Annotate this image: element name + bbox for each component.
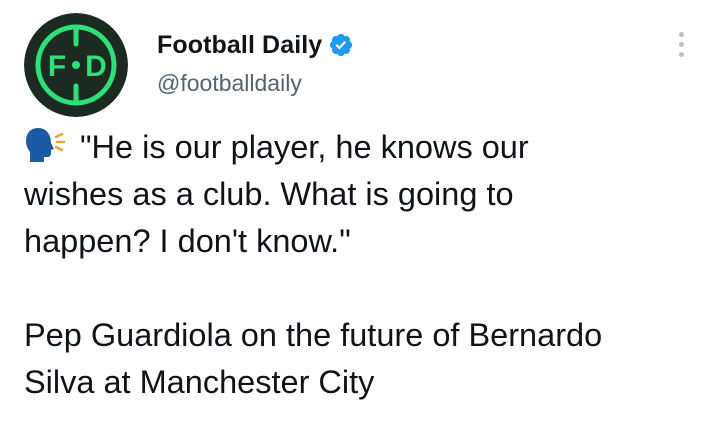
svg-text:F: F [48,50,66,83]
more-options-button[interactable] [670,26,692,62]
dot-icon [678,51,684,57]
caption-text-1: Pep Guardiola on the future of Bernardo [24,317,603,353]
speaking-head-icon [24,126,68,164]
display-name[interactable]: Football Daily [157,31,322,60]
quote-line: "He is our player, he knows our [24,124,714,171]
svg-text:D: D [85,50,107,83]
caption-text-2: Silva at Manchester City [24,364,375,400]
quote-text-2: wishes as a club. What is going to [24,176,514,212]
verified-badge-icon [328,32,354,58]
dot-icon [678,41,684,47]
avatar[interactable]: F D [24,13,128,117]
author-handle[interactable]: @footballdaily [157,70,302,97]
tweet: F D Football Daily @footballdaily "He is… [0,0,720,430]
football-daily-logo-icon: F D [24,13,128,117]
quote-text-1: "He is our player, he knows our [80,129,529,165]
three-dots-vertical-icon [678,31,684,37]
tweet-text: "He is our player, he knows our wishes a… [24,124,714,406]
author-row: Football Daily [157,28,354,62]
quote-text-3: happen? I don't know." [24,223,351,259]
